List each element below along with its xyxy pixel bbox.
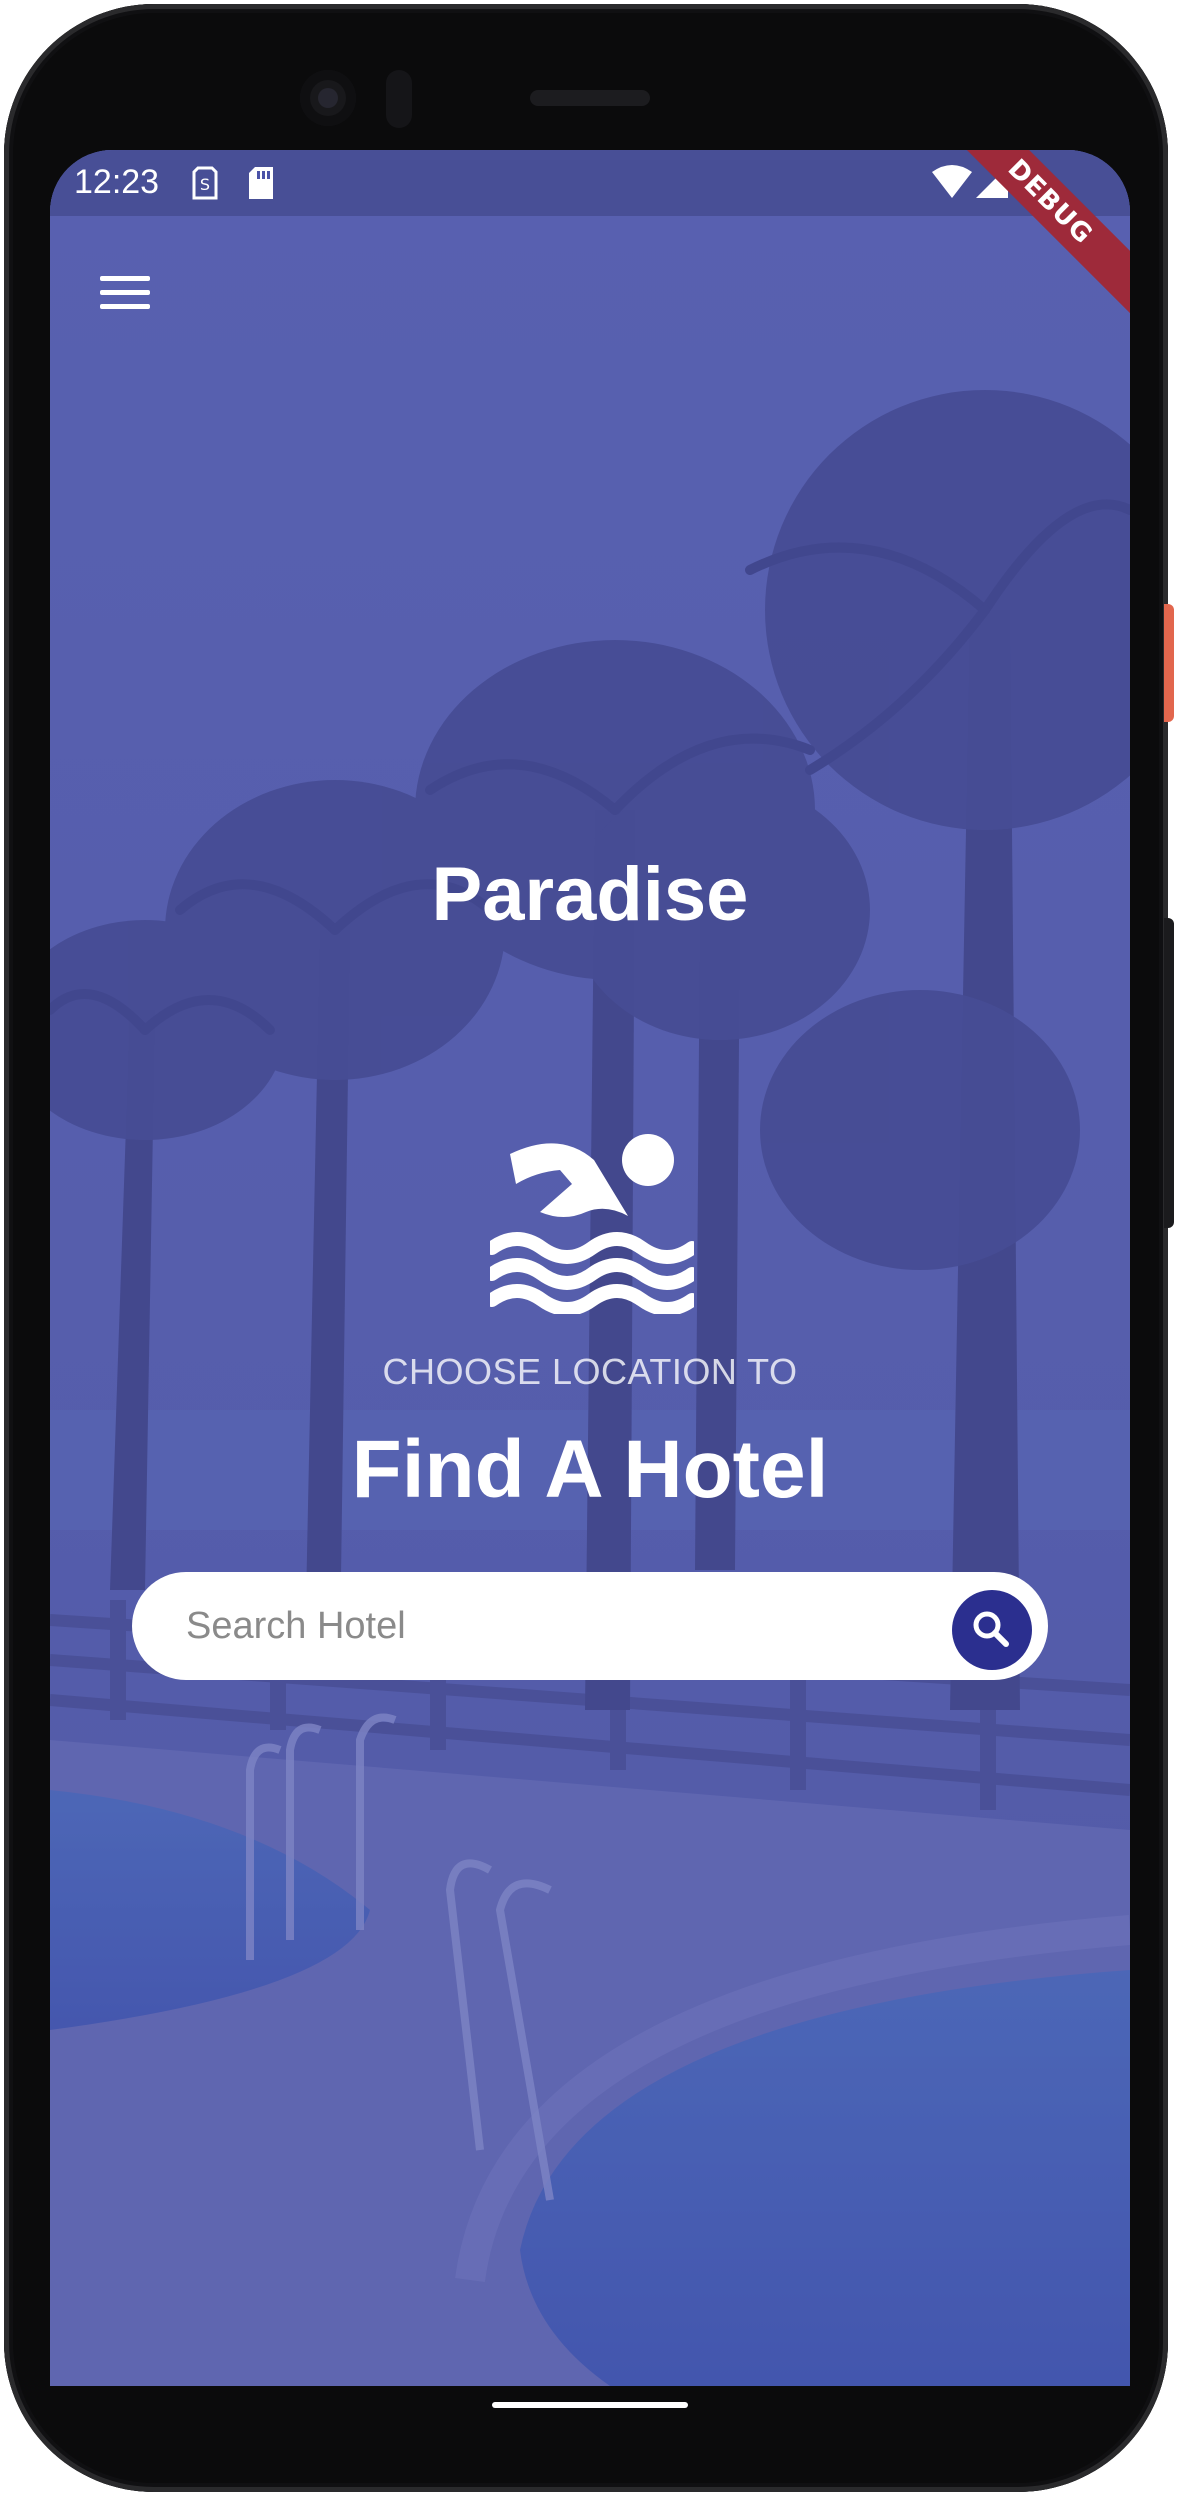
app-screen: 12:23 S DEBUG Paradise CHOOSE LOCATION T… bbox=[50, 150, 1130, 2386]
gesture-nav-handle[interactable] bbox=[492, 2402, 688, 2408]
phone-frame: 12:23 S DEBUG Paradise CHOOSE LOCATION T… bbox=[4, 4, 1168, 2492]
status-bar: 12:23 S DEBUG bbox=[50, 150, 1130, 324]
sim-alert-icon: S bbox=[192, 166, 218, 200]
svg-text:S: S bbox=[200, 175, 210, 194]
search-bar bbox=[132, 1572, 1048, 1680]
front-camera bbox=[300, 70, 356, 126]
volume-button bbox=[1164, 918, 1174, 1228]
subtitle: CHOOSE LOCATION TO bbox=[382, 1351, 798, 1392]
proximity-sensor bbox=[386, 70, 412, 128]
search-input[interactable] bbox=[184, 1572, 884, 1680]
earpiece-speaker bbox=[530, 90, 650, 106]
status-time: 12:23 bbox=[74, 163, 160, 201]
power-button bbox=[1164, 604, 1174, 722]
wifi-icon bbox=[932, 165, 972, 198]
app-title: Paradise bbox=[431, 852, 749, 937]
search-button[interactable] bbox=[952, 1590, 1032, 1670]
hamburger-menu-icon[interactable] bbox=[96, 268, 158, 318]
headline: Find A Hotel bbox=[351, 1424, 829, 1515]
swimming-icon bbox=[490, 1134, 694, 1314]
search-icon bbox=[973, 1611, 1009, 1647]
sd-card-icon bbox=[249, 167, 273, 199]
